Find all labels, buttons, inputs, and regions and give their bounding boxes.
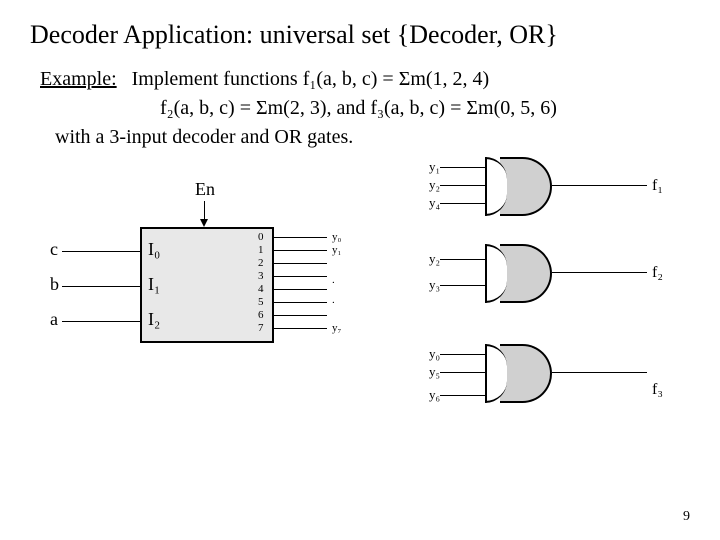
gate1-in-y1: y₁ <box>410 159 440 175</box>
decoder-out-y1: y₁ <box>332 244 341 256</box>
gate1-in-y4: y₄ <box>410 195 440 211</box>
gate1-out: f₁ <box>652 177 663 195</box>
page-number: 9 <box>683 509 690 525</box>
decoder-num-6: 6 <box>258 309 264 321</box>
example-line1: Example: Implement functions f₁(a, b, c)… <box>40 68 690 91</box>
example-label: Example: <box>40 68 117 90</box>
input-b: b <box>50 274 59 295</box>
gate3-in-y5: y₅ <box>410 364 440 380</box>
line2-text: f₂(a, b, c) = Σm(2, 3), and f₃(a, b, c) … <box>160 97 690 120</box>
decoder-out-dot1: . <box>332 274 335 286</box>
decoder-num-5: 5 <box>258 296 264 308</box>
decoder-i1: I₁ <box>148 274 160 295</box>
decoder-num-4: 4 <box>258 283 264 295</box>
decoder-num-3: 3 <box>258 270 264 282</box>
gate1-in-y2: y₂ <box>410 177 440 193</box>
decoder-num-7: 7 <box>258 322 264 334</box>
decoder-out-dot2: . <box>332 294 335 306</box>
gate2-out: f₂ <box>652 264 663 282</box>
decoder-num-2: 2 <box>258 257 264 269</box>
diagram: En c b a I₀ I₁ I₂ 0 1 2 3 4 5 6 7 y₀ y₁ … <box>30 159 690 479</box>
line1-text: Implement functions f₁(a, b, c) = Σm(1, … <box>132 68 490 90</box>
gate2-in-y3: y₃ <box>410 277 440 293</box>
gate3-in-y0: y₀ <box>410 346 440 362</box>
gate2-in-y2: y₂ <box>410 251 440 267</box>
decoder-num-1: 1 <box>258 244 264 256</box>
decoder-i2: I₂ <box>148 309 160 330</box>
enable-arrow <box>200 219 208 227</box>
enable-label: En <box>195 179 215 200</box>
input-c: c <box>50 239 58 260</box>
gate3-out: f₃ <box>652 381 663 399</box>
page-title: Decoder Application: universal set {Deco… <box>30 20 690 50</box>
gate3-in-y6: y₆ <box>410 387 440 403</box>
input-a: a <box>50 309 58 330</box>
decoder-num-0: 0 <box>258 231 264 243</box>
line3-text: with a 3-input decoder and OR gates. <box>55 126 690 149</box>
decoder-out-y7: y₇ <box>332 322 341 334</box>
decoder-i0: I₀ <box>148 239 160 260</box>
decoder-out-y0: y₀ <box>332 231 341 243</box>
